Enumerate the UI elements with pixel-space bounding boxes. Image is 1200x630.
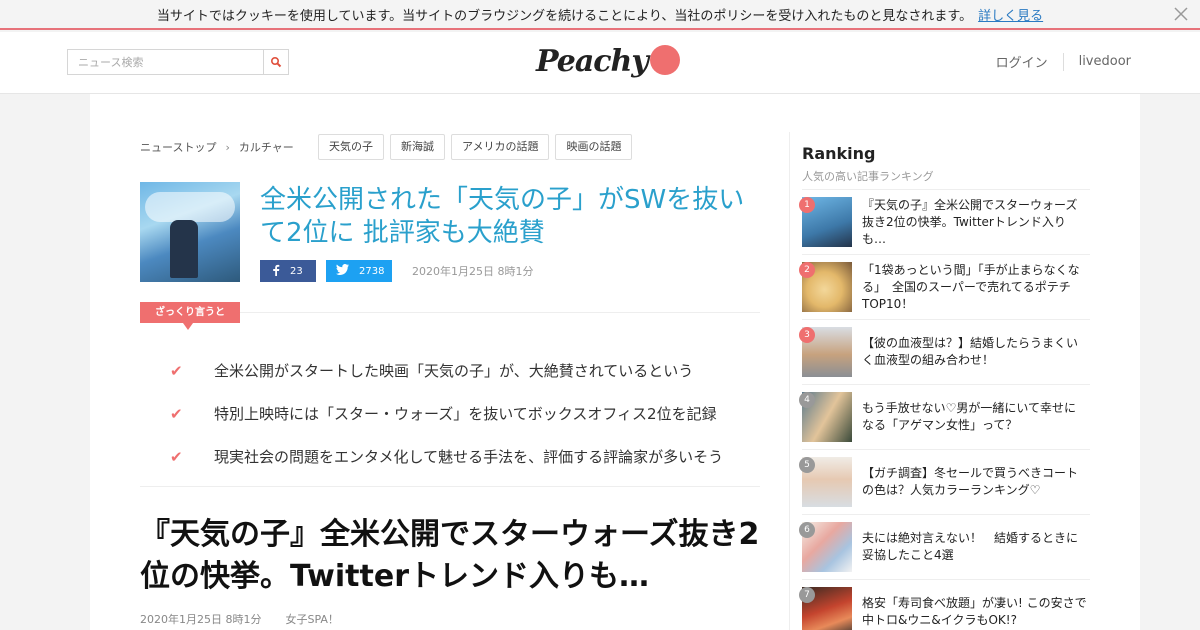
rank-badge: 7 bbox=[799, 587, 815, 603]
breadcrumb-culture[interactable]: カルチャー bbox=[239, 139, 294, 155]
tag-item[interactable]: 映画の話題 bbox=[555, 134, 633, 160]
summary-point-text: 特別上映時には「スター・ウォーズ」を抜いてボックスオフィス2位を記録 bbox=[214, 405, 717, 423]
ranking-item-text: 格安「寿司食べ放題」が凄い! この安さで中トロ&ウニ&イクラもOK!? bbox=[862, 596, 1087, 627]
check-icon: ✔ bbox=[170, 404, 183, 423]
summary-label: ざっくり言うと bbox=[140, 302, 240, 323]
nav-divider bbox=[1062, 52, 1064, 71]
cookie-bar: 当サイトではクッキーを使用しています。当サイトのブラウジングを続けることにより、… bbox=[0, 0, 1200, 30]
summary-point: ✔ 全米公開がスタートした映画「天気の子」が、大絶賛されているという bbox=[170, 349, 723, 392]
summary-point-text: 全米公開がスタートした映画「天気の子」が、大絶賛されているという bbox=[214, 362, 694, 380]
ranking-item[interactable]: 6 夫には絶対言えない！ 結婚するときに妥協したこと4選 bbox=[799, 514, 1090, 579]
ranking-item[interactable]: 3 【彼の血液型は？】結婚したらうまくいく血液型の組み合わせ！ bbox=[799, 319, 1090, 384]
divider bbox=[240, 312, 760, 313]
rank-badge: 1 bbox=[799, 197, 815, 213]
ranking-title: Ranking bbox=[802, 144, 876, 163]
twitter-count: 2738 bbox=[359, 265, 385, 277]
ranking-item-text: 夫には絶対言えない！ 結婚するときに妥協したこと4選 bbox=[862, 531, 1079, 562]
livedoor-link[interactable]: livedoor bbox=[1079, 54, 1131, 69]
ranking-item[interactable]: 7 格安「寿司食べ放題」が凄い! この安さで中トロ&ウニ&イクラもOK!? bbox=[799, 579, 1090, 630]
ranking-item-text: 『天気の子』全米公開でスターウォーズ抜き2位の快挙。Twitterトレンド入りも… bbox=[862, 197, 1078, 246]
close-icon[interactable] bbox=[1172, 5, 1190, 23]
twitter-share-button[interactable]: 2738 bbox=[326, 260, 392, 282]
site-logo[interactable]: Peachy bbox=[536, 44, 680, 79]
facebook-count: 23 bbox=[290, 265, 303, 277]
search-icon bbox=[270, 53, 282, 72]
ranking-item-text: もう手放せない♡男が一緒にいて幸せになる「アゲマン女性」って？ bbox=[862, 401, 1077, 432]
rank-badge: 2 bbox=[799, 262, 815, 278]
meta-date: 2020年1月25日 8時1分 bbox=[140, 613, 262, 626]
summary-point: ✔ 現実社会の問題をエンタメ化して魅せる手法を、評価する評論家が多いそう bbox=[170, 435, 723, 478]
ranking-item[interactable]: 2 「1袋あっという間」「手が止まらなくなる」 全国のスーパーで売れてるポテチT… bbox=[799, 254, 1090, 319]
article-thumbnail bbox=[140, 182, 240, 282]
share-bar: 23 2738 2020年1月25日 8時1分 bbox=[260, 260, 533, 282]
check-icon: ✔ bbox=[170, 361, 183, 380]
cookie-message: 当サイトではクッキーを使用しています。当サイトのブラウジングを続けることにより、… bbox=[156, 8, 973, 24]
tag-item[interactable]: 新海誠 bbox=[390, 134, 445, 160]
article-date: 2020年1月25日 8時1分 bbox=[412, 265, 534, 278]
sidebar-divider bbox=[789, 132, 790, 630]
search-button[interactable] bbox=[263, 49, 289, 75]
article-meta: 2020年1月25日 8時1分 女子SPA！ bbox=[140, 611, 339, 627]
ranking-subtitle: 人気の高い記事ランキング bbox=[802, 170, 934, 183]
ranking-list: 1 『天気の子』全米公開でスターウォーズ抜き2位の快挙。Twitterトレンド入… bbox=[799, 189, 1090, 630]
chevron-right-icon: › bbox=[225, 140, 230, 154]
tag-item[interactable]: アメリカの話題 bbox=[451, 134, 550, 160]
facebook-icon bbox=[272, 264, 280, 279]
check-icon: ✔ bbox=[170, 447, 183, 466]
meta-source[interactable]: 女子SPA！ bbox=[285, 611, 338, 627]
search-box bbox=[67, 49, 289, 75]
summary-point-text: 現実社会の問題をエンタメ化して魅せる手法を、評価する評論家が多いそう bbox=[214, 448, 724, 466]
summary-label-tail bbox=[183, 323, 193, 330]
summary-point: ✔ 特別上映時には「スター・ウォーズ」を抜いてボックスオフィス2位を記録 bbox=[170, 392, 723, 435]
breadcrumb-news-top[interactable]: ニューストップ bbox=[140, 139, 216, 155]
divider bbox=[140, 486, 760, 487]
search-input[interactable] bbox=[67, 49, 264, 75]
rank-badge: 4 bbox=[799, 392, 815, 408]
site-header: Peachy ログイン livedoor bbox=[0, 32, 1200, 94]
ranking-item-text: 【ガチ調査】冬セールで買うべきコートの色は？人気カラーランキング♡ bbox=[862, 466, 1079, 497]
rank-badge: 3 bbox=[799, 327, 815, 343]
header-nav: ログイン livedoor bbox=[996, 52, 1131, 71]
content-card: ニューストップ › カルチャー 天気の子 新海誠 アメリカの話題 映画の話題 全… bbox=[90, 94, 1140, 630]
rank-badge: 6 bbox=[799, 522, 815, 538]
ranking-item[interactable]: 4 もう手放せない♡男が一緒にいて幸せになる「アゲマン女性」って？ bbox=[799, 384, 1090, 449]
logo-badge-icon bbox=[649, 44, 680, 75]
summary-points: ✔ 全米公開がスタートした映画「天気の子」が、大絶賛されているという ✔ 特別上… bbox=[170, 349, 723, 478]
article-headline: 『天気の子』全米公開でスターウォーズ抜き2位の快挙。Twitterトレンド入りも… bbox=[140, 517, 760, 594]
login-link[interactable]: ログイン bbox=[996, 52, 1048, 71]
tag-list: 天気の子 新海誠 アメリカの話題 映画の話題 bbox=[318, 134, 638, 160]
breadcrumb: ニューストップ › カルチャー bbox=[140, 139, 294, 155]
ranking-item-text: 【彼の血液型は？】結婚したらうまくいく血液型の組み合わせ！ bbox=[862, 336, 1079, 367]
ranking-item[interactable]: 5 【ガチ調査】冬セールで買うべきコートの色は？人気カラーランキング♡ bbox=[799, 449, 1090, 514]
ranking-item[interactable]: 1 『天気の子』全米公開でスターウォーズ抜き2位の快挙。Twitterトレンド入… bbox=[799, 189, 1090, 254]
facebook-share-button[interactable]: 23 bbox=[260, 260, 316, 282]
cookie-details-link[interactable]: 詳しく見る bbox=[978, 5, 1043, 24]
tag-item[interactable]: 天気の子 bbox=[318, 134, 384, 160]
rank-badge: 5 bbox=[799, 457, 815, 473]
logo-wordmark: Peachy bbox=[536, 44, 649, 79]
article-title: 全米公開された「天気の子」がSWを抜いて2位に 批評家も大絶賛 bbox=[260, 185, 745, 248]
twitter-icon bbox=[336, 264, 349, 278]
ranking-item-text: 「1袋あっという間」「手が止まらなくなる」 全国のスーパーで売れてるポテチTOP… bbox=[862, 262, 1080, 311]
